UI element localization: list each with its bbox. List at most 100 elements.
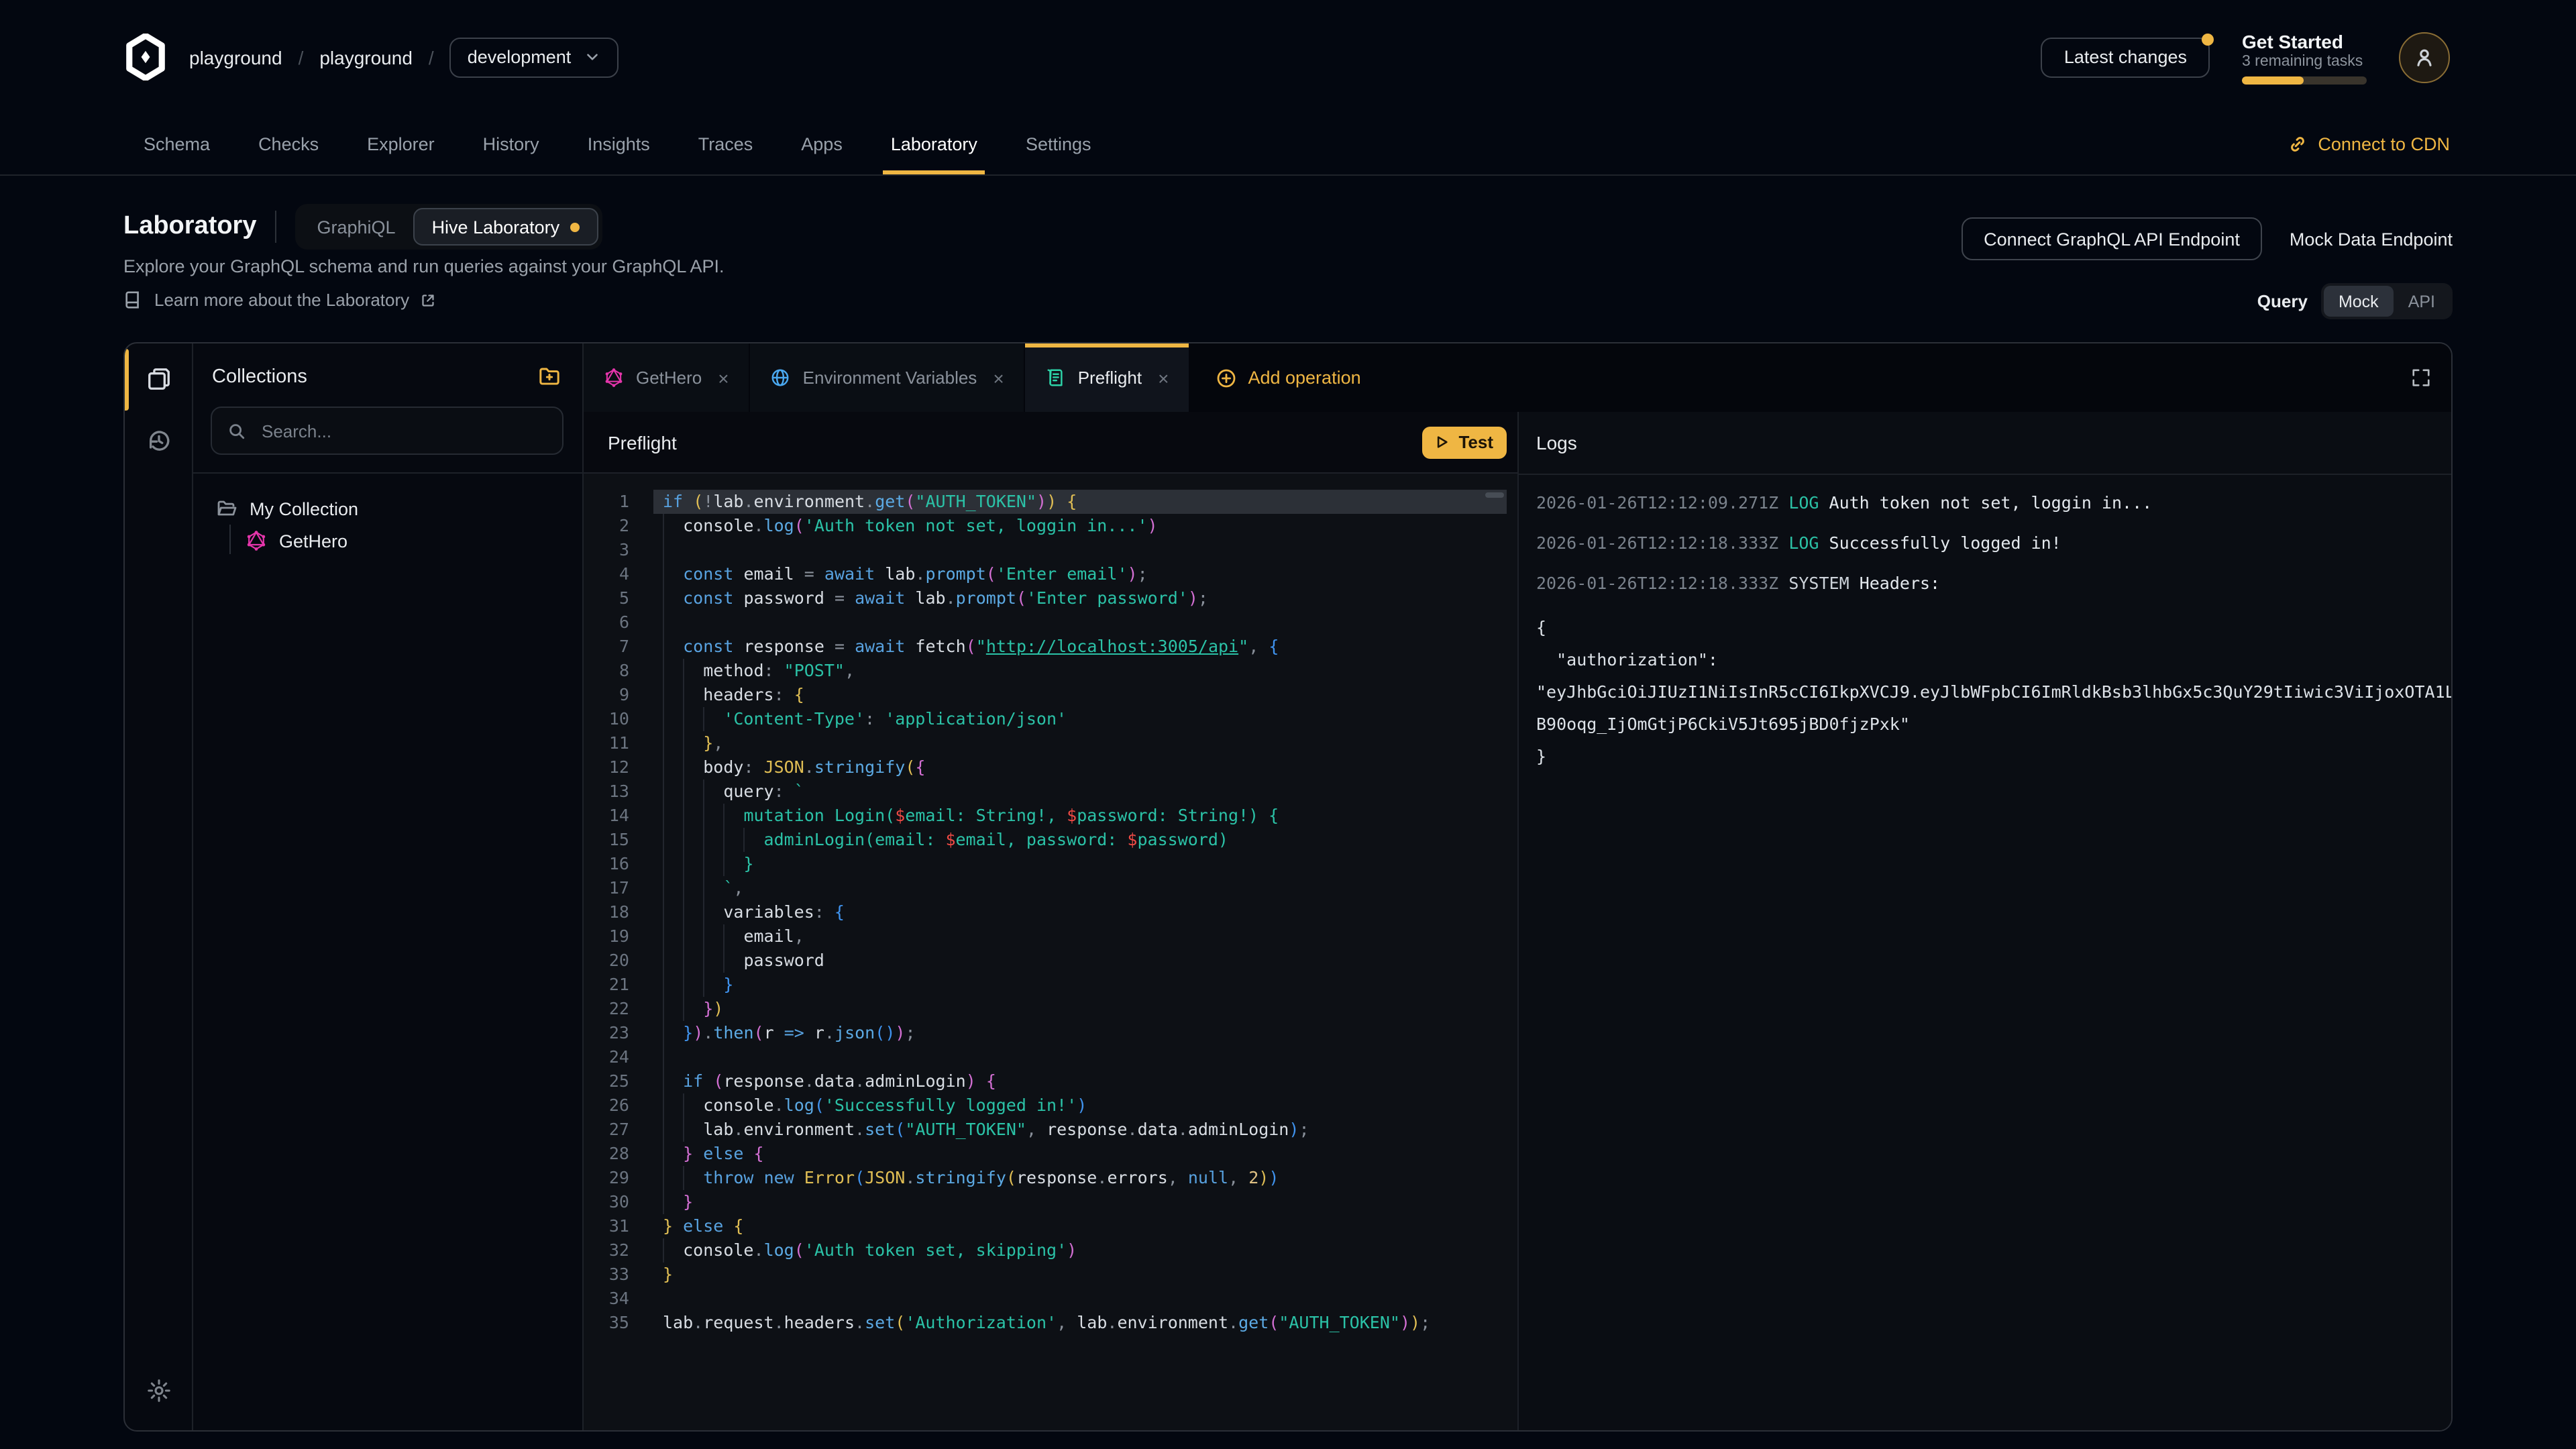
breadcrumb-org[interactable]: playground [189,46,282,68]
mock-data-endpoint-button[interactable]: Mock Data Endpoint [2290,229,2453,249]
code-line[interactable]: 29 throw new Error(JSON.stringify(respon… [584,1166,1517,1190]
code-line[interactable]: 34 [584,1287,1517,1311]
close-icon[interactable]: × [1158,367,1169,388]
connect-graphql-endpoint-button[interactable]: Connect GraphQL API Endpoint [1961,217,2263,260]
collections-search[interactable] [211,407,564,455]
code-line[interactable]: 11 }, [584,731,1517,755]
avatar[interactable] [2399,32,2450,83]
nav-tab-checks[interactable]: Checks [258,114,319,174]
line-number: 25 [589,1069,629,1093]
code-line[interactable]: 21 } [584,973,1517,997]
code-line[interactable]: 26 console.log('Successfully logged in!'… [584,1093,1517,1118]
nav-tab-laboratory[interactable]: Laboratory [891,114,977,174]
breadcrumb-separator: / [299,46,304,68]
rail-history-button[interactable] [125,413,192,467]
history-icon [146,427,171,453]
code-line[interactable]: 3 [584,538,1517,562]
collection-folder-row[interactable]: My Collection [216,492,582,525]
code-line[interactable]: 19 email, [584,924,1517,949]
code-line[interactable]: 10 'Content-Type': 'application/json' [584,707,1517,731]
code-line[interactable]: 23 }).then(r => r.json()); [584,1021,1517,1045]
code-line[interactable]: 16 } [584,852,1517,876]
tab-preflight[interactable]: Preflight× [1026,343,1191,412]
breadcrumb-project[interactable]: playground [319,46,413,68]
scrollbar-thumb[interactable] [1485,492,1504,498]
code-line[interactable]: 35lab.request.headers.set('Authorization… [584,1311,1517,1335]
code-text: 'Content-Type': 'application/json' [663,707,1067,731]
nav-tab-history[interactable]: History [483,114,539,174]
line-number: 23 [589,1021,629,1045]
code-line[interactable]: 14 mutation Login($email: String!, $pass… [584,804,1517,828]
code-line[interactable]: 5 const password = await lab.prompt('Ent… [584,586,1517,610]
status-dot [570,222,580,231]
code-text: mutation Login($email: String!, $passwor… [663,804,1279,828]
code-line[interactable]: 32 console.log('Auth token set, skipping… [584,1238,1517,1263]
target-selector[interactable]: development [450,37,619,77]
line-number: 3 [589,538,629,562]
nav-tab-schema[interactable]: Schema [144,114,210,174]
nav-tab-insights[interactable]: Insights [588,114,650,174]
code-line[interactable]: 9 headers: { [584,683,1517,707]
rail-settings-button[interactable] [125,1363,192,1417]
toggle-option-graphiql[interactable]: GraphiQL [300,209,413,244]
tab-gethero[interactable]: GetHero× [584,343,751,412]
code-line[interactable]: 13 query: ` [584,780,1517,804]
code-line[interactable]: 27 lab.environment.set("AUTH_TOKEN", res… [584,1118,1517,1142]
nav-tab-explorer[interactable]: Explorer [367,114,435,174]
code-line[interactable]: 31} else { [584,1214,1517,1238]
add-collection-button[interactable] [538,365,561,388]
close-icon[interactable]: × [718,367,729,388]
line-number: 17 [589,876,629,900]
code-line[interactable]: 6 [584,610,1517,635]
toggle-option-hive-laboratory[interactable]: Hive Laboratory [413,208,599,246]
get-started-progress-fill [2242,76,2303,84]
code-line[interactable]: 8 method: "POST", [584,659,1517,683]
add-operation-button[interactable]: Add operation [1216,343,1360,412]
close-icon[interactable]: × [993,367,1004,388]
rail-collections-button[interactable] [125,352,192,405]
tree-indent-guide [229,525,231,554]
fullscreen-icon[interactable] [2411,368,2431,388]
code-line[interactable]: 28 } else { [584,1142,1517,1166]
tab-environment-variables[interactable]: Environment Variables × [751,343,1026,412]
nav-tab-apps[interactable]: Apps [801,114,843,174]
connect-cdn-link[interactable]: Connect to CDN [2287,114,2450,174]
preflight-code-editor[interactable]: 1if (!lab.environment.get("AUTH_TOKEN"))… [584,474,1517,1430]
tab-label: Environment Variables [803,368,977,388]
code-line[interactable]: 7 const response = await fetch("http://l… [584,635,1517,659]
learn-more-link[interactable]: Learn more about the Laboratory [123,290,436,310]
code-line[interactable]: 30 } [584,1190,1517,1214]
workspace: GetHero×Environment Variables×Preflight×… [584,343,2451,1430]
nav-tab-settings[interactable]: Settings [1026,114,1091,174]
nav-tab-traces[interactable]: Traces [698,114,753,174]
code-line[interactable]: 12 body: JSON.stringify({ [584,755,1517,780]
code-line[interactable]: 4 const email = await lab.prompt('Enter … [584,562,1517,586]
query-mode-api[interactable]: API [2394,286,2450,317]
code-line[interactable]: 15 adminLogin(email: $email, password: $… [584,828,1517,852]
collections-icon [146,366,171,391]
test-button[interactable]: Test [1422,426,1507,458]
code-line[interactable]: 18 variables: { [584,900,1517,924]
query-mode-mock[interactable]: Mock [2324,286,2394,317]
code-line[interactable]: 2 console.log('Auth token not set, loggi… [584,514,1517,538]
code-line[interactable]: 20 password [584,949,1517,973]
code-line[interactable]: 17 `, [584,876,1517,900]
logs-title: Logs [1536,432,1577,453]
line-number: 18 [589,900,629,924]
code-line[interactable]: 33} [584,1263,1517,1287]
hive-laboratory-app: playground / playground / development La… [0,0,2576,1449]
code-text: } [663,852,754,876]
line-number: 21 [589,973,629,997]
code-line[interactable]: 25 if (response.data.adminLogin) { [584,1069,1517,1093]
line-number: 10 [589,707,629,731]
editor-pane: Preflight Test 1if (!lab.environment.get… [584,412,1519,1430]
code-line[interactable]: 1if (!lab.environment.get("AUTH_TOKEN"))… [584,490,1517,514]
hive-logo-icon[interactable] [123,34,168,80]
get-started-widget[interactable]: Get Started 3 remaining tasks [2242,30,2367,84]
log-json-line: { [1536,612,2451,644]
latest-changes-button[interactable]: Latest changes [2041,37,2210,77]
search-input[interactable] [259,419,547,442]
code-line[interactable]: 22 }) [584,997,1517,1021]
code-line[interactable]: 24 [584,1045,1517,1069]
operation-row-gethero[interactable]: GetHero [246,525,582,557]
